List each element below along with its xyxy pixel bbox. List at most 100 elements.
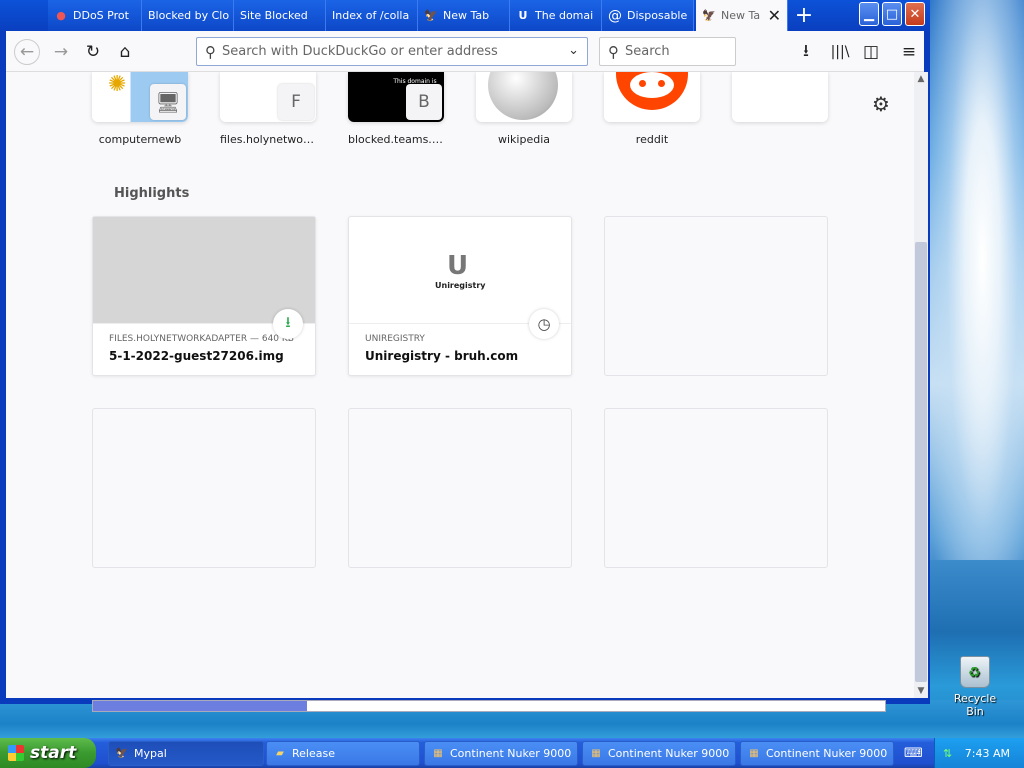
tab-index[interactable]: Index of /colla (326, 0, 418, 31)
library-button[interactable]: |||\ (827, 39, 853, 65)
taskbar-item-label: Continent Nuker 9000 (766, 747, 888, 760)
tab-disposable[interactable]: @ Disposable (602, 0, 694, 31)
taskbar-item-continent-nuker-2[interactable]: ▦ Continent Nuker 9000 (582, 741, 736, 766)
taskbar-item-mypal[interactable]: 🦅 Mypal (108, 741, 264, 766)
scroll-down-icon[interactable]: ▼ (914, 684, 928, 698)
maximize-button[interactable]: □ (882, 2, 902, 26)
arrow-right-icon: → (53, 42, 69, 62)
background-window-scroll-thumb[interactable] (93, 701, 307, 711)
at-icon: @ (608, 7, 622, 24)
app-window-icon: ▦ (591, 748, 601, 759)
top-site-reddit[interactable]: reddit (604, 72, 700, 146)
tab-label: Disposable (627, 9, 688, 22)
top-site-name: reddit (635, 133, 669, 146)
tab-label: Index of /colla (332, 9, 410, 22)
highlight-title: 5-1-2022-guest27206.img (109, 349, 284, 363)
plus-icon: + (794, 3, 814, 28)
downloads-button[interactable]: ⭳ (793, 39, 819, 65)
menu-button[interactable]: ≡ (896, 39, 922, 65)
forward-button[interactable]: → (48, 39, 74, 65)
download-icon: ⭳ (273, 309, 303, 339)
mypal-icon: 🦅 (424, 9, 438, 22)
wikipedia-globe-icon (488, 72, 558, 120)
page-scrollbar[interactable]: ▲ ▼ (914, 72, 928, 698)
tab-label: Blocked by Clo (148, 9, 230, 22)
tab-label: DDoS Prot (73, 9, 129, 22)
highlight-card-placeholder (348, 408, 572, 568)
scroll-up-icon[interactable]: ▲ (914, 72, 928, 86)
scrollbar-thumb[interactable] (915, 242, 927, 682)
highlight-source: FILES.HOLYNETWORKADAPTER — 640 KB (109, 334, 294, 344)
close-icon: ✕ (909, 6, 921, 22)
top-site-wikipedia[interactable]: wikipedia (476, 72, 572, 146)
sidebar-icon: ◫ (862, 42, 880, 62)
mypal-icon: 🦅 (702, 9, 716, 22)
top-site-name: blocked.teams.clo... (348, 133, 444, 146)
uniregistry-logo-text: Uniregistry (435, 281, 486, 290)
clock-icon: ◷ (529, 309, 559, 339)
taskbar-item-release[interactable]: ▰ Release (266, 741, 420, 766)
tab-site-blocked[interactable]: Site Blocked (234, 0, 326, 31)
highlight-source: UNIREGISTRY (365, 334, 425, 344)
taskbar-item-label: Mypal (134, 747, 167, 760)
close-tab-icon[interactable]: ✕ (762, 6, 781, 25)
highlight-preview: U Uniregistry (349, 217, 571, 324)
uniregistry-icon: U (518, 9, 528, 22)
uniregistry-logo-icon: U (447, 251, 469, 281)
highlight-card-uniregistry[interactable]: U Uniregistry ◷ UNIREGISTRY Uniregistry … (348, 216, 572, 376)
top-site-name: files.holynetwork... (220, 133, 316, 146)
minimize-button[interactable]: ▁ (859, 2, 879, 26)
top-site-empty[interactable] (732, 72, 828, 133)
network-icon[interactable]: ⇅ (943, 747, 952, 760)
new-tab-button[interactable]: + (790, 0, 818, 31)
sidebar-button[interactable]: ◫ (858, 39, 884, 65)
start-button[interactable]: start (0, 738, 96, 768)
tab-the-domain[interactable]: U The domai (510, 0, 602, 31)
keyboard-icon[interactable]: ⌨ (904, 746, 923, 761)
system-tray: ⇅ 7:43 AM (934, 738, 1024, 768)
top-site-name: wikipedia (497, 133, 550, 146)
top-site-blocked-teams[interactable]: This domain is block B blocked.teams.clo… (348, 72, 444, 146)
taskbar-item-continent-nuker-1[interactable]: ▦ Continent Nuker 9000 (424, 741, 578, 766)
recycle-bin-label: Recycle Bin (953, 692, 997, 718)
back-button[interactable]: ← (14, 39, 40, 65)
tab-new-tab[interactable]: 🦅 New Tab (418, 0, 510, 31)
library-icon: |||\ (830, 44, 850, 60)
reload-button[interactable]: ↻ (80, 39, 106, 65)
hamburger-icon: ≡ (901, 42, 917, 62)
top-site-badge: F (278, 84, 314, 120)
arrow-left-icon: ← (19, 42, 35, 62)
chevron-down-icon[interactable]: ⌄ (568, 43, 579, 58)
recycle-bin[interactable]: ♻ Recycle Bin (944, 656, 1006, 718)
nav-toolbar: ← → ↻ ⌂ ⚲ Search with DuckDuckGo or ente… (6, 31, 924, 72)
new-tab-page: ✺ 🖥 computernewb F files.holynetwork... … (6, 72, 914, 698)
close-window-button[interactable]: ✕ (905, 2, 925, 26)
highlight-card-placeholder (604, 408, 828, 568)
top-site-thumbnail: F (220, 72, 316, 122)
top-site-files-holynetwork[interactable]: F files.holynetwork... (220, 72, 316, 146)
highlight-card-placeholder (604, 216, 828, 376)
tab-blocked-cloudflare[interactable]: Blocked by Clo (142, 0, 234, 31)
home-button[interactable]: ⌂ (112, 39, 138, 65)
background-window-scrollbar[interactable] (92, 700, 886, 712)
top-site-badge: B (406, 84, 442, 120)
top-site-computernewb[interactable]: ✺ 🖥 computernewb (92, 72, 188, 146)
mypal-icon: 🦅 (115, 748, 129, 759)
taskbar-item-continent-nuker-3[interactable]: ▦ Continent Nuker 9000 (740, 741, 894, 766)
clock[interactable]: 7:43 AM (965, 747, 1010, 760)
sunflower-icon: ✺ (108, 72, 127, 97)
gear-icon[interactable]: ⚙ (872, 92, 890, 116)
app-window-icon: ▦ (433, 748, 443, 759)
search-input[interactable]: ⚲ Search (599, 37, 736, 66)
highlights-title: Highlights (114, 186, 190, 201)
tab-ddos[interactable]: ● DDoS Prot (48, 0, 142, 31)
search-icon: ⚲ (608, 42, 619, 61)
taskbar-item-label: Continent Nuker 9000 (450, 747, 572, 760)
search-placeholder: Search (625, 44, 670, 59)
highlight-card-download[interactable]: ⭳ FILES.HOLYNETWORKADAPTER — 640 KB 5-1-… (92, 216, 316, 376)
tab-new-tab-active[interactable]: 🦅 New Ta ✕ (696, 0, 788, 31)
address-bar[interactable]: ⚲ Search with DuckDuckGo or enter addres… (196, 37, 588, 66)
top-site-thumbnail: This domain is block B (348, 72, 444, 122)
home-icon: ⌂ (119, 42, 131, 62)
top-site-thumbnail: ✺ 🖥 (92, 72, 188, 122)
